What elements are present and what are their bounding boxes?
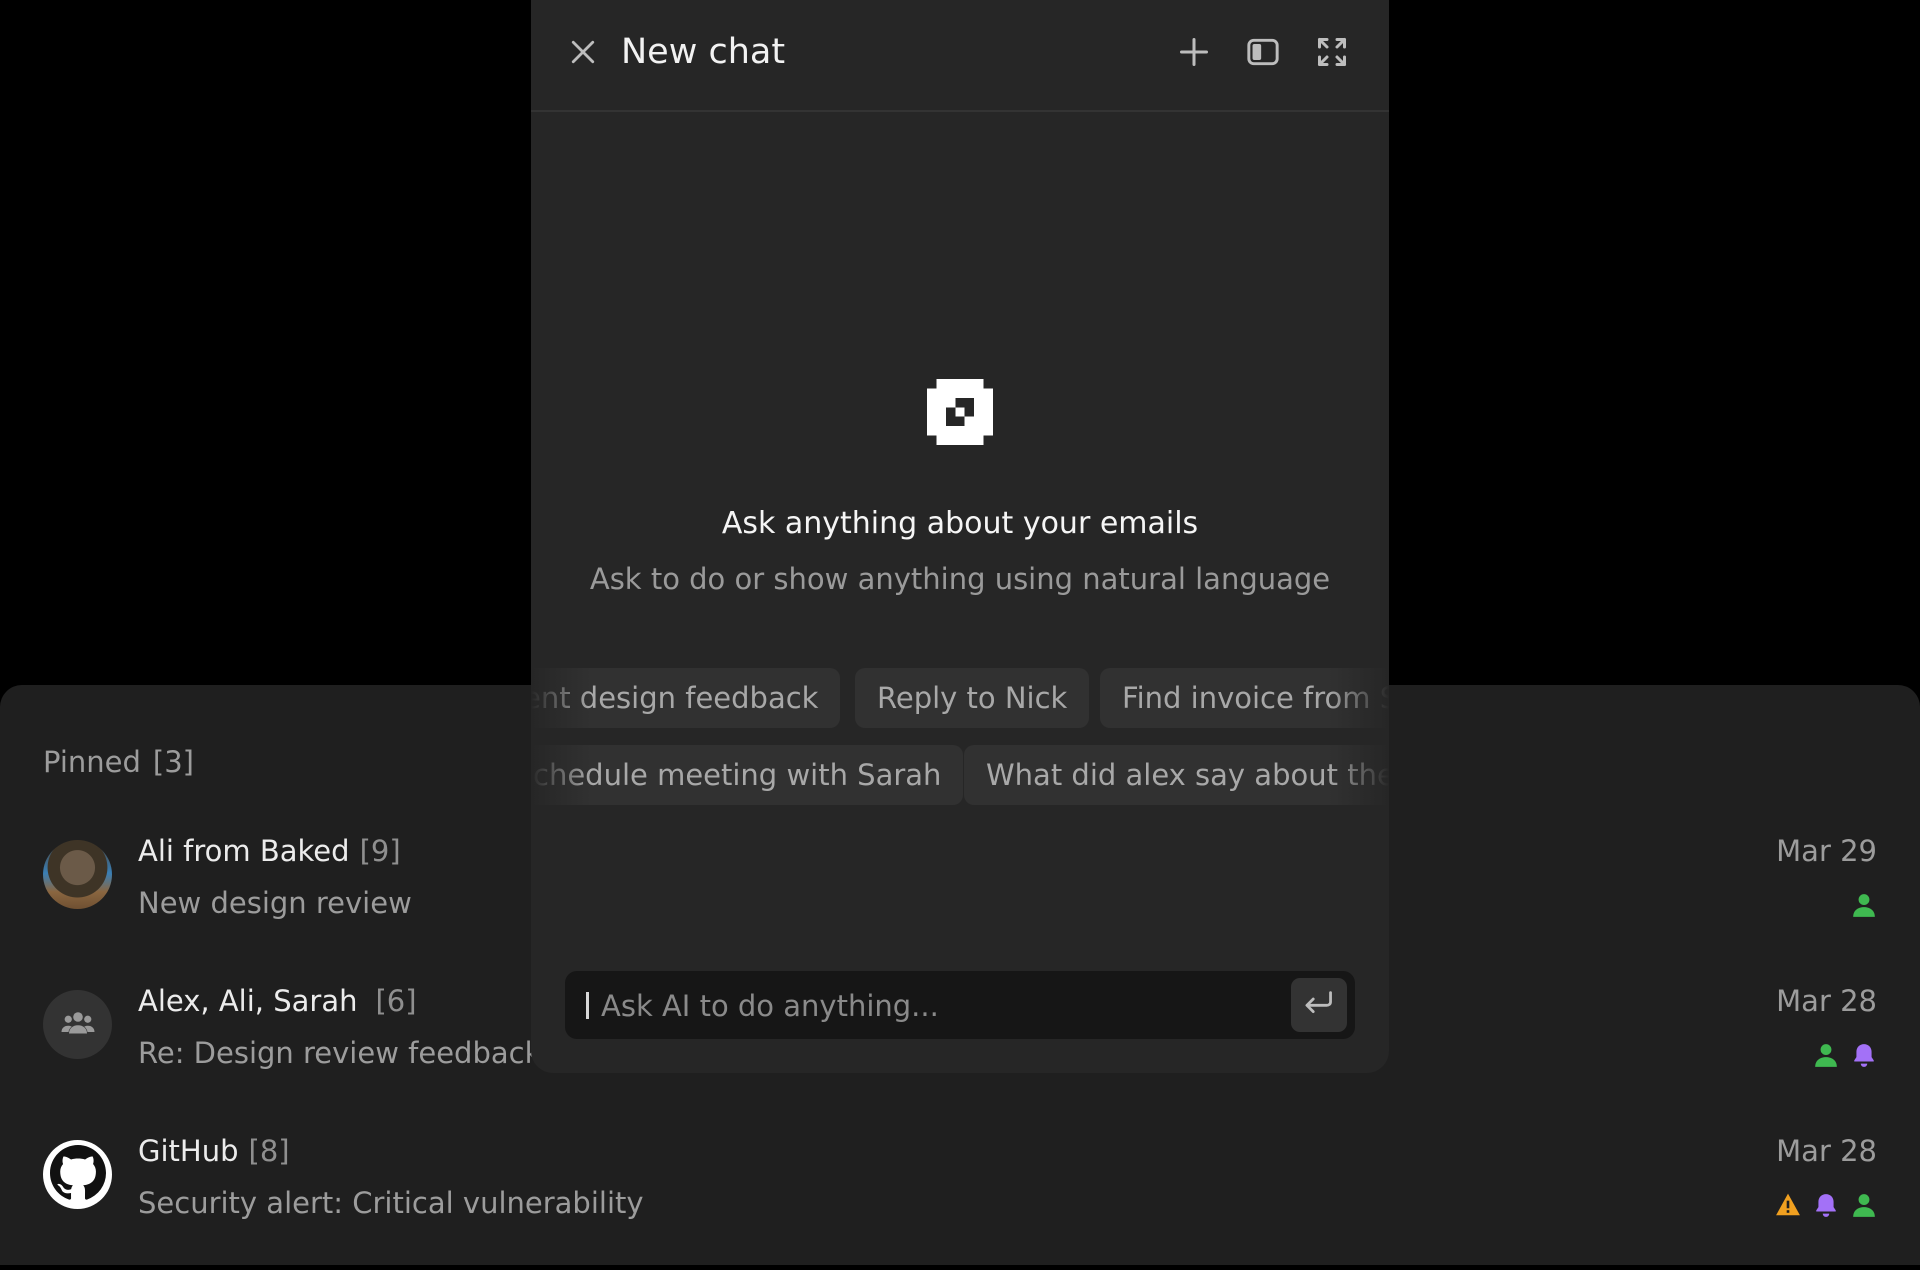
expand-icon [1317,37,1347,71]
bell-icon [1813,1192,1839,1218]
enter-icon [1304,990,1334,1020]
status-icons [1813,1042,1877,1068]
warning-icon [1775,1192,1801,1218]
send-button[interactable] [1291,978,1347,1032]
suggestion-row-2: chedule meeting with Sarah What did alex… [531,745,1389,805]
close-icon [570,39,596,69]
toggle-sidebar-button[interactable] [1247,38,1279,70]
thread-count: [6] [375,984,417,1018]
thread-count: [9] [359,834,401,868]
email-subject: Security alert: Critical vulnerability [138,1186,644,1220]
close-button[interactable] [567,38,599,70]
group-icon [60,1005,96,1045]
suggestion-chip[interactable]: ent design feedback [531,668,841,728]
suggestion-chip[interactable]: What did alex say about the d [964,745,1389,805]
thread-count: [8] [248,1134,290,1168]
chat-subheading: Ask to do or show anything using natural… [589,562,1331,596]
chat-header: New chat [531,0,1389,112]
suggestion-row-1: ent design feedback Reply to Nick Find i… [531,668,1389,728]
suggestion-chip[interactable]: Reply to Nick [855,668,1090,728]
email-date: Mar 28 [1776,1134,1877,1168]
avatar [43,990,112,1059]
person-icon [1813,1042,1839,1068]
text-caret [586,992,589,1019]
chat-panel: New chat Ask anything about your emails … [531,0,1389,1073]
person-icon [1851,892,1877,918]
person-icon [1851,1192,1877,1218]
sidebar-icon [1247,38,1279,70]
github-icon [49,1144,106,1205]
chat-input[interactable] [599,971,1243,1041]
suggestion-chip[interactable]: Find invoice from S [1100,668,1389,728]
chat-heading: Ask anything about your emails [721,506,1199,541]
status-icons [1775,1192,1877,1218]
chat-input-bar [565,971,1355,1041]
suggestion-chip[interactable]: chedule meeting with Sarah [531,745,964,805]
email-row-github[interactable]: GitHub [8] Security alert: Critical vulne… [0,1134,1920,1270]
status-icons [1851,892,1877,918]
plus-icon [1179,37,1209,71]
pinned-count: [3] [152,745,195,779]
avatar [43,840,112,909]
ai-logo-icon [927,379,993,445]
email-subject: New design review [138,886,412,920]
email-sender: GitHub [8] [138,1134,290,1168]
bell-icon [1851,1042,1877,1068]
pinned-label: Pinned [43,745,141,779]
new-chat-button[interactable] [1178,38,1210,70]
avatar [43,1140,112,1209]
email-sender: Alex, Ali, Sarah [6] [138,984,417,1018]
email-sender: Ali from Baked [9] [138,834,401,868]
chat-title: New chat [621,32,786,72]
expand-button[interactable] [1316,38,1348,70]
email-subject: Re: Design review feedback [138,1036,542,1070]
pinned-section-header: Pinned [3] [43,745,194,779]
email-date: Mar 29 [1776,834,1877,868]
email-date: Mar 28 [1776,984,1877,1018]
